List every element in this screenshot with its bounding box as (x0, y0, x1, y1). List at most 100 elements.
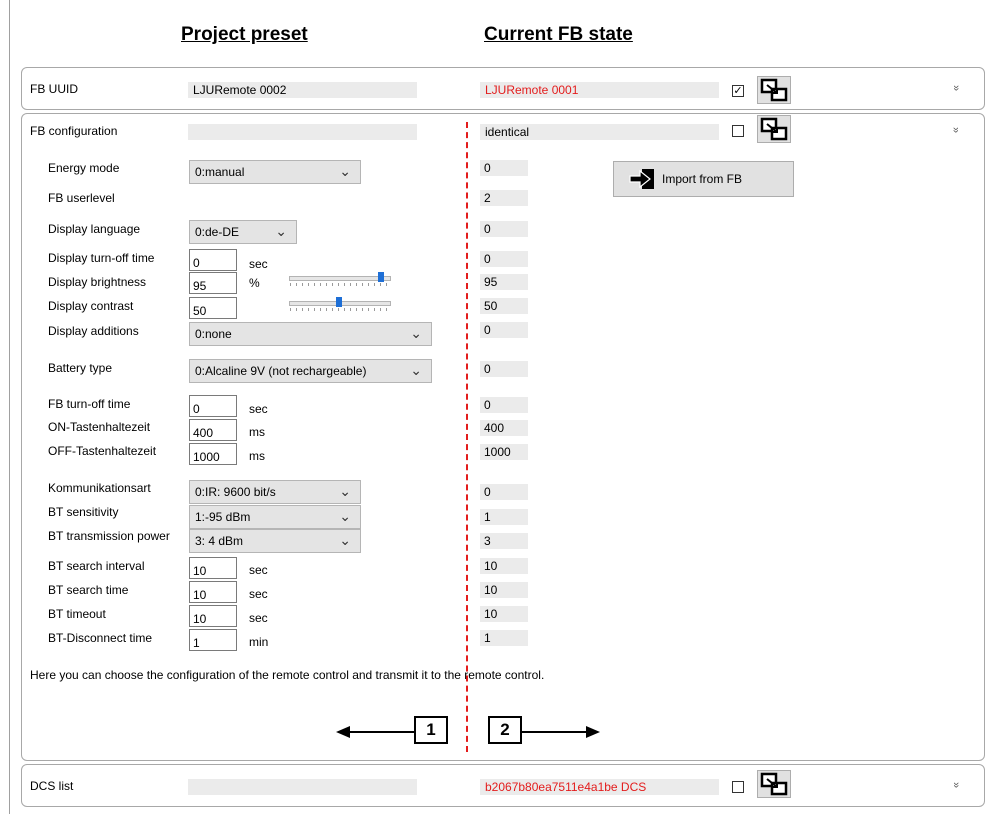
bt-timeout-current: 10 (480, 606, 528, 622)
energy-mode-select[interactable]: 0:manual ⌄ (189, 160, 361, 184)
import-arrow-icon (629, 169, 654, 189)
chevron-down-icon: ⌄ (410, 325, 422, 341)
fb-uuid-expand-icon[interactable]: » (950, 85, 962, 91)
display-additions-label: Display additions (48, 324, 139, 338)
bt-disconnect-label: BT-Disconnect time (48, 631, 153, 645)
bt-power-value: 3: 4 dBm (195, 534, 244, 548)
chevron-down-icon: ⌄ (275, 223, 287, 239)
checkmark-icon: ✓ (733, 85, 743, 97)
chevron-down-icon: ⌄ (339, 163, 351, 179)
energy-mode-value: 0:manual (195, 165, 245, 179)
bt-search-interval-current: 10 (480, 558, 528, 574)
bt-timeout-unit: sec (249, 611, 268, 625)
bt-sensitivity-label: BT sensitivity (48, 505, 119, 519)
energy-mode-label: Energy mode (48, 161, 120, 175)
arrow-left-icon (336, 726, 350, 738)
display-turnoff-input[interactable]: 0 (189, 249, 237, 271)
fb-userlevel-current: 2 (480, 190, 528, 206)
fb-uuid-label: FB UUID (30, 82, 78, 96)
bt-disconnect-unit: min (249, 635, 269, 649)
bt-search-interval-input[interactable]: 10 (189, 557, 237, 579)
display-turnoff-unit: sec (249, 257, 268, 271)
battery-type-value: 0:Alcaline 9V (not rechargeable) (195, 364, 367, 378)
slider-thumb[interactable] (336, 297, 342, 307)
fb-turnoff-input[interactable]: 0 (189, 395, 237, 417)
bt-power-select[interactable]: 3: 4 dBm ⌄ (189, 529, 361, 553)
kommunikationsart-current: 0 (480, 484, 528, 500)
fb-turnoff-current: 0 (480, 397, 528, 413)
fb-uuid-transfer-button[interactable] (757, 76, 791, 104)
fb-configuration-transfer-button[interactable] (757, 115, 791, 143)
off-hold-current: 1000 (480, 444, 528, 460)
fb-configuration-preset-value (188, 124, 417, 140)
slider-ticks (290, 283, 388, 286)
bt-disconnect-current: 1 (480, 630, 528, 646)
bt-sensitivity-current: 1 (480, 509, 528, 525)
battery-type-current: 0 (480, 361, 528, 377)
dcs-list-checkbox[interactable] (732, 781, 744, 793)
arrow-right-icon (586, 726, 600, 738)
off-hold-unit: ms (249, 449, 265, 463)
bt-search-time-input[interactable]: 10 (189, 581, 237, 603)
fb-userlevel-label: FB userlevel (48, 191, 115, 205)
display-language-select[interactable]: 0:de-DE ⌄ (189, 220, 297, 244)
chevron-down-icon: ⌄ (339, 532, 351, 548)
marker-2: 2 (488, 716, 522, 744)
import-from-fb-label: Import from FB (662, 172, 743, 186)
bt-search-time-current: 10 (480, 582, 528, 598)
import-from-fb-button[interactable]: Import from FB (613, 161, 794, 197)
fb-configuration-checkbox[interactable] (732, 125, 744, 137)
transfer-icon (760, 117, 788, 141)
transfer-icon (760, 772, 788, 796)
display-additions-select[interactable]: 0:none ⌄ (189, 322, 432, 346)
bt-search-interval-unit: sec (249, 563, 268, 577)
display-contrast-slider[interactable] (284, 297, 392, 315)
dcs-list-expand-icon[interactable]: » (950, 782, 962, 788)
chevron-down-icon: ⌄ (339, 483, 351, 499)
red-dashed-separator (466, 122, 468, 752)
display-brightness-input[interactable]: 95 (189, 272, 237, 294)
battery-type-label: Battery type (48, 361, 113, 375)
display-turnoff-current: 0 (480, 251, 528, 267)
bt-timeout-input[interactable]: 10 (189, 605, 237, 627)
on-hold-label: ON-Tastenhaltezeit (48, 420, 151, 434)
chevron-down-icon: ⌄ (410, 362, 422, 378)
bt-search-time-unit: sec (249, 587, 268, 601)
fb-configuration-collapse-icon[interactable]: « (950, 127, 962, 133)
display-turnoff-label: Display turn-off time (48, 251, 155, 265)
bt-timeout-label: BT timeout (48, 607, 106, 621)
battery-type-select[interactable]: 0:Alcaline 9V (not rechargeable) ⌄ (189, 359, 432, 383)
left-arrow-line (345, 731, 415, 733)
dcs-list-transfer-button[interactable] (757, 770, 791, 798)
bt-sensitivity-select[interactable]: 1:-95 dBm ⌄ (189, 505, 361, 529)
bt-disconnect-input[interactable]: 1 (189, 629, 237, 651)
transfer-icon (760, 78, 788, 102)
bt-search-interval-label: BT search interval (48, 559, 145, 573)
fb-turnoff-unit: sec (249, 402, 268, 416)
bt-power-label: BT transmission power (48, 529, 170, 543)
fb-uuid-checkbox[interactable]: ✓ (732, 85, 744, 97)
off-hold-input[interactable]: 1000 (189, 443, 237, 465)
dcs-list-label: DCS list (30, 779, 74, 793)
slider-thumb[interactable] (378, 272, 384, 282)
dcs-list-preset-value (188, 779, 417, 795)
on-hold-input[interactable]: 400 (189, 419, 237, 441)
on-hold-current: 400 (480, 420, 528, 436)
display-additions-current: 0 (480, 322, 528, 338)
kommunikationsart-value: 0:IR: 9600 bit/s (195, 485, 276, 499)
display-brightness-current: 95 (480, 274, 528, 290)
bt-sensitivity-value: 1:-95 dBm (195, 510, 251, 524)
display-contrast-current: 50 (480, 298, 528, 314)
display-contrast-label: Display contrast (48, 299, 134, 313)
dcs-list-current-value: b2067b80ea7511e4a1be DCS (480, 779, 719, 795)
kommunikationsart-label: Kommunikationsart (48, 481, 151, 495)
display-additions-value: 0:none (195, 327, 232, 341)
slider-ticks (290, 308, 388, 311)
energy-mode-current: 0 (480, 160, 528, 176)
fb-uuid-current-value: LJURemote 0001 (480, 82, 719, 98)
fb-uuid-preset-value: LJURemote 0002 (188, 82, 417, 98)
kommunikationsart-select[interactable]: 0:IR: 9600 bit/s ⌄ (189, 480, 361, 504)
display-brightness-slider[interactable] (284, 272, 392, 290)
display-contrast-input[interactable]: 50 (189, 297, 237, 319)
fb-configuration-label: FB configuration (30, 124, 118, 138)
